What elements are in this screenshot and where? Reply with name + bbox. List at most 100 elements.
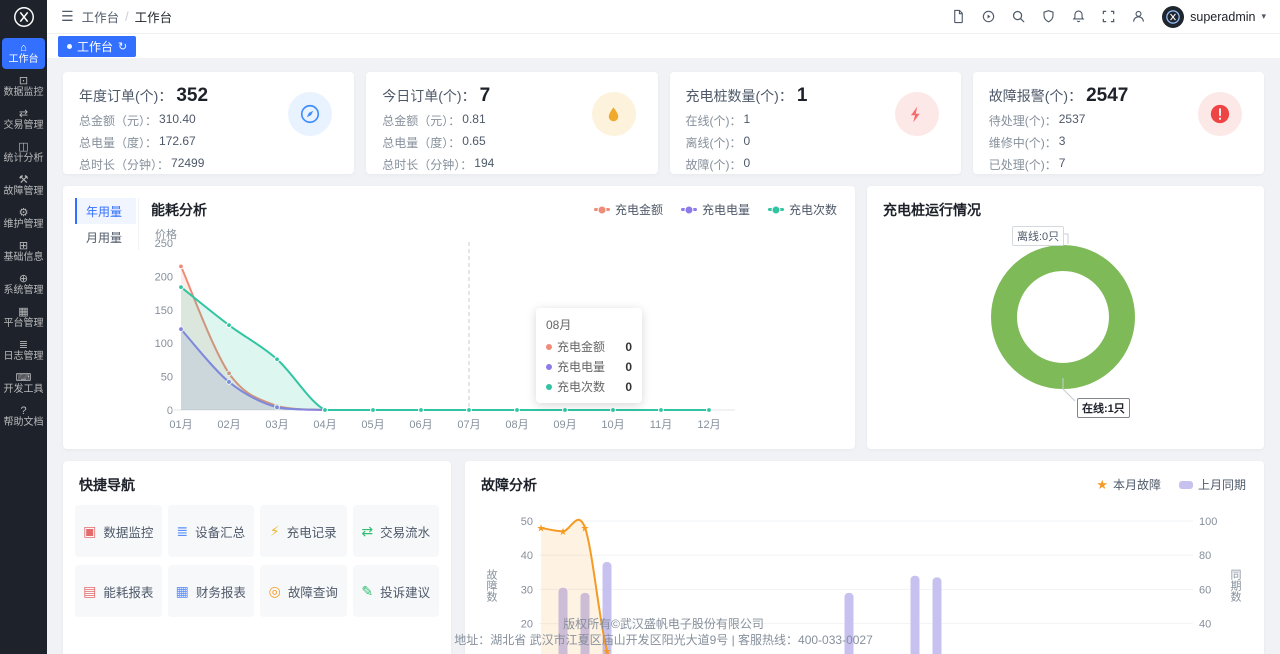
menu-fold-icon[interactable]: ☰ (61, 8, 74, 25)
alert-icon (1198, 92, 1242, 136)
sidebar-item-basic-info[interactable]: ⊞ 基础信息 (2, 236, 45, 267)
stat-sub-row: 已处理(个)：7 (989, 156, 1248, 173)
refresh-icon[interactable]: ↻ (118, 40, 127, 53)
stat-sub-value: 72499 (171, 156, 204, 173)
breadcrumb-root[interactable]: 工作台 (82, 7, 120, 26)
mid-row: 年用量 月用量 能耗分析 充电金额 充电电量 (63, 186, 1264, 449)
search-icon[interactable] (1006, 5, 1030, 29)
legend-label: 上月同期 (1198, 476, 1246, 493)
stat-value: 2547 (1086, 85, 1128, 107)
energy-chart: 05010015020025001月02月03月04月05月06月07月08月0… (141, 232, 761, 437)
legend-item-last-month[interactable]: 上月同期 (1179, 476, 1246, 493)
stat-sub-label: 在线(个)： (686, 112, 742, 129)
quick-nav-label: 数据监控 (103, 522, 153, 541)
energy-report-icon: ▤ (83, 584, 96, 598)
quick-nav-fault-query[interactable]: ◎ 故障查询 (260, 565, 347, 617)
stat-sub-value: 3 (1059, 134, 1066, 151)
stat-value: 352 (176, 85, 208, 107)
tab-month-usage[interactable]: 月用量 (75, 224, 136, 250)
donut-label-online: 在线:1只 (1077, 398, 1130, 418)
energy-chart-title: 能耗分析 (151, 200, 207, 220)
energy-legend: 充电金额 充电电量 充电次数 (594, 201, 837, 218)
sidebar-item-fault-manage[interactable]: ⚒ 故障管理 (2, 170, 45, 201)
user-menu[interactable]: superadmin ▾ (1162, 6, 1266, 28)
app-logo[interactable] (0, 0, 47, 36)
sidebar-item-trade[interactable]: ⇄ 交易管理 (2, 104, 45, 135)
tooltip-series-dot (546, 364, 552, 370)
quick-nav-label: 财务报表 (196, 582, 246, 601)
legend-bar-marker (1179, 481, 1193, 489)
legend-line-marker (594, 208, 610, 211)
sidebar-item-log[interactable]: ≣ 日志管理 (2, 335, 45, 366)
droplet-icon (592, 92, 636, 136)
quick-nav-suggestions[interactable]: ✎ 投诉建议 (353, 565, 440, 617)
quick-nav-energy-report[interactable]: ▤ 能耗报表 (75, 565, 162, 617)
platform-icon: ▦ (18, 306, 28, 318)
legend-line-marker (768, 208, 784, 211)
tab-year-usage[interactable]: 年用量 (75, 198, 136, 224)
profile-icon[interactable] (1126, 5, 1150, 29)
tab-workbench[interactable]: 工作台 ↻ (58, 36, 136, 57)
legend-item-charge-energy[interactable]: 充电电量 (681, 201, 750, 218)
quick-nav-finance-report[interactable]: ▦ 财务报表 (168, 565, 255, 617)
stat-label: 故障报警(个)： (989, 86, 1082, 106)
legend-item-charge-count[interactable]: 充电次数 (768, 201, 837, 218)
stat-label: 今日订单(个)： (382, 86, 475, 106)
quick-nav-transactions[interactable]: ⇄ 交易流水 (353, 505, 440, 557)
quick-nav-label: 交易流水 (380, 522, 430, 541)
help-icon: ? (20, 405, 26, 417)
record-icon[interactable] (976, 5, 1000, 29)
quick-nav-data-monitor[interactable]: ▣ 数据监控 (75, 505, 162, 557)
sidebar: ⌂ 工作台 ⊡ 数据监控 ⇄ 交易管理 ◫ 统计分析 ⚒ 故障管理 ⚙ 维护管理 (0, 0, 47, 654)
chevron-down-icon: ▾ (1261, 11, 1266, 22)
stat-sub-label: 已处理(个)： (989, 156, 1057, 173)
shield-icon[interactable] (1036, 5, 1060, 29)
stat-sub-label: 维修中(个)： (989, 134, 1057, 151)
avatar (1162, 6, 1184, 28)
legend-item-charge-amount[interactable]: 充电金额 (594, 201, 663, 218)
logo-icon (12, 5, 36, 32)
bell-icon[interactable] (1066, 5, 1090, 29)
svg-text:30: 30 (521, 584, 533, 596)
stat-sub-label: 总时长（分钟）： (382, 156, 472, 173)
svg-text:20: 20 (521, 619, 533, 631)
quick-nav-grid: ▣ 数据监控 ≣ 设备汇总 ⚡ 充电记录 ⇄ 交 (75, 505, 439, 617)
stat-sub-row: 离线(个)：0 (686, 134, 945, 151)
tab-bar: 工作台 ↻ (47, 34, 1280, 58)
quick-nav-charge-records[interactable]: ⚡ 充电记录 (260, 505, 347, 557)
sidebar-item-help[interactable]: ? 帮助文档 (2, 401, 45, 432)
svg-text:11月: 11月 (650, 419, 672, 431)
tooltip-series-dot (546, 344, 552, 350)
device-list-icon: ≣ (176, 524, 188, 538)
quick-nav-device-summary[interactable]: ≣ 设备汇总 (168, 505, 255, 557)
svg-text:★: ★ (603, 646, 612, 654)
stat-value: 1 (797, 85, 808, 107)
svg-text:06月: 06月 (409, 419, 432, 431)
donut-label-offline: 离线:0只 (1012, 226, 1064, 246)
fullscreen-icon[interactable] (1096, 5, 1120, 29)
tab-active-dot (67, 44, 72, 49)
tooltip-row: 充电次数 0 (546, 378, 632, 395)
sidebar-item-maintenance[interactable]: ⚙ 维护管理 (2, 203, 45, 234)
top-header: ☰ 工作台 / 工作台 (47, 0, 1280, 34)
stat-value: 7 (480, 85, 491, 107)
svg-text:★: ★ (559, 527, 568, 538)
document-icon[interactable] (946, 5, 970, 29)
sidebar-item-platform[interactable]: ▦ 平台管理 (2, 302, 45, 333)
legend-line-marker (681, 208, 697, 211)
sidebar-item-workbench[interactable]: ⌂ 工作台 (2, 38, 45, 69)
stat-sub-row: 总电量（度）：172.67 (79, 134, 338, 151)
stat-sub-value: 0.81 (462, 112, 485, 129)
stat-sub-value: 310.40 (159, 112, 196, 129)
sidebar-item-data-monitor[interactable]: ⊡ 数据监控 (2, 71, 45, 102)
system-icon: ⊕ (19, 273, 28, 285)
sidebar-item-system[interactable]: ⊕ 系统管理 (2, 269, 45, 300)
sidebar-item-devtools[interactable]: ⌨ 开发工具 (2, 368, 45, 399)
charger-status-title: 充电桩运行情况 (883, 200, 981, 220)
breadcrumb-current: 工作台 (135, 7, 173, 26)
legend-item-this-month[interactable]: ★ 本月故障 (1096, 476, 1161, 493)
sidebar-item-statistics[interactable]: ◫ 统计分析 (2, 137, 45, 168)
tooltip-series-name: 充电电量 (557, 358, 605, 375)
quick-nav-label: 能耗报表 (103, 582, 153, 601)
svg-text:08月: 08月 (505, 419, 528, 431)
